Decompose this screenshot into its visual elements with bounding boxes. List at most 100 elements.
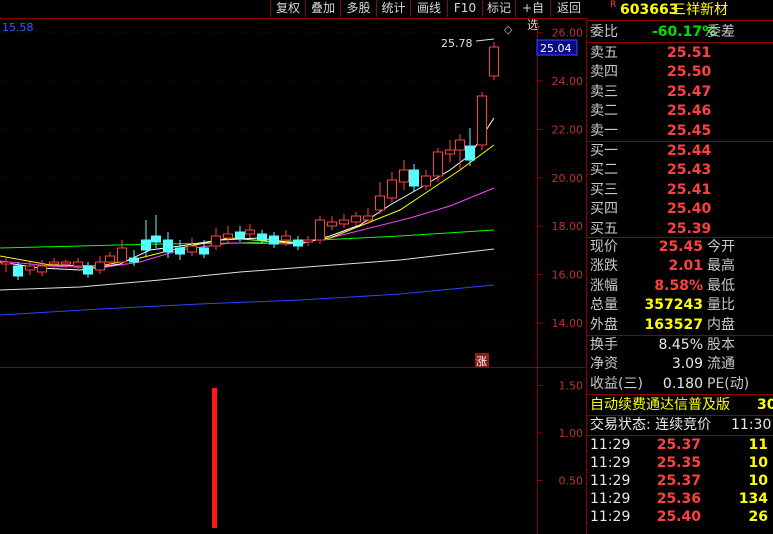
toolbar-button-8[interactable]: 返回: [550, 0, 587, 17]
candle-body: [433, 151, 443, 177]
price-axis-label: 16.00: [552, 269, 584, 282]
toolbar-button-2[interactable]: 多股: [340, 0, 376, 17]
price-axis-label: 26.00: [552, 27, 584, 40]
ma20-line: [0, 187, 495, 269]
price-axis-label: 22.00: [552, 123, 584, 136]
promo-banner[interactable]: 自动续费通达信普及版: [590, 397, 730, 414]
candle-body: [339, 219, 349, 225]
candle-body: [409, 169, 419, 187]
candle-body: [151, 235, 161, 243]
toolbar-button-5[interactable]: F10: [447, 0, 482, 17]
candle-body: [13, 265, 23, 277]
candle-body: [235, 231, 245, 239]
candle-body: [187, 245, 197, 253]
toolbar-button-7[interactable]: +自选: [515, 0, 550, 32]
candle-body: [445, 149, 455, 155]
quote-panel: R 603663 三祥新材 委比 -60.17% 委差 卖五 25.51 卖四 25.50 卖三 25…: [587, 0, 773, 534]
panel-divider-line: [587, 20, 773, 21]
volume-axis-label: 0.50: [559, 475, 584, 488]
candle-body: [129, 257, 139, 263]
tick-vol-0: 11: [748, 437, 768, 453]
bid-label-2: 买三: [590, 181, 618, 198]
bid-label-0: 买一: [590, 143, 618, 159]
ask-label-2: 卖三: [590, 83, 618, 100]
candle-body: [477, 95, 487, 146]
bid-price-2: 25.41: [667, 181, 712, 198]
stat-value-4: 163527: [644, 316, 703, 333]
r-mark: R: [610, 0, 617, 10]
panel-divider-line: [587, 237, 773, 238]
stock-code: 603663: [620, 2, 679, 18]
toolbar-button-3[interactable]: 统计: [376, 0, 410, 17]
ask-label-0: 卖五: [590, 45, 618, 61]
candle-body: [73, 261, 83, 267]
bid-price-1: 25.43: [667, 162, 712, 179]
price-axis-label: 18.00: [552, 220, 584, 233]
ask-price-4: 25.45: [667, 122, 712, 139]
stat-value-3: 357243: [644, 297, 703, 314]
candle-body: [117, 247, 127, 263]
kline-chart[interactable]: 26.00 24.00 22.00 20.00 18.00 16.00 14.00 1.50 1…: [0, 18, 587, 534]
candle-body: [83, 265, 93, 275]
current-price-text: 25.04: [540, 42, 572, 55]
ask-label-4: 卖一: [590, 122, 618, 139]
stock-name: 三祥新材: [672, 2, 728, 18]
ma5-line: [0, 117, 495, 271]
candle-body: [199, 247, 209, 255]
stat-value-2: 8.58%: [654, 277, 703, 294]
top-left-value: 15.58: [2, 21, 34, 34]
ask-price-0: 25.51: [667, 45, 712, 61]
bid-label-1: 买二: [590, 162, 618, 179]
stat2-value-2: 0.180: [662, 375, 703, 392]
stat-label2-0: 今开: [707, 239, 735, 255]
candle-body: [37, 265, 47, 273]
volume-axis-label: 1.50: [559, 380, 584, 393]
candle-body: [421, 175, 431, 187]
candle-body: [141, 239, 151, 251]
price-axis-label: 20.00: [552, 172, 584, 185]
panel-divider-line: [587, 335, 773, 336]
candle-body: [387, 179, 397, 199]
stat2-label2-2: PE(动): [707, 375, 750, 392]
stat-label2-4: 内盘: [707, 316, 735, 333]
weibi-label: 委比: [590, 24, 618, 40]
ask-label-1: 卖四: [590, 64, 618, 81]
promo-banner-num: 30: [757, 397, 773, 413]
candle-body: [455, 139, 465, 151]
toolbar-button-1[interactable]: 叠加: [305, 0, 340, 17]
ask-label-3: 卖二: [590, 103, 618, 120]
diamond-icon: ◇: [504, 23, 513, 36]
candle-body: [257, 233, 267, 241]
ma10-line: [0, 144, 495, 267]
panel-divider-line: [587, 141, 773, 142]
stat2-value-0: 8.45%: [658, 337, 703, 353]
stat-label2-2: 最低: [707, 277, 735, 294]
tick-vol-2: 10: [748, 473, 768, 489]
candle-body: [327, 221, 337, 227]
candle-body: [303, 239, 313, 243]
candle-body: [211, 235, 221, 247]
candle-body: [61, 261, 71, 265]
rise-marker: 涨: [476, 355, 487, 368]
toolbar-button-4[interactable]: 画线: [410, 0, 447, 17]
candle-body: [269, 235, 279, 245]
panel-divider-line: [587, 435, 773, 436]
toolbar-button-0[interactable]: 复权: [270, 0, 305, 17]
panel-divider-line: [587, 42, 773, 43]
candle-body: [223, 233, 233, 239]
toolbar-button-6[interactable]: 标记: [482, 0, 515, 17]
price-axis-label: 24.00: [552, 75, 584, 88]
panel-divider-line: [587, 415, 773, 416]
tick-vol-4: 26: [748, 509, 768, 525]
candle-body: [351, 215, 361, 223]
peak-price-label: 25.78: [441, 37, 473, 50]
tick-vol-1: 10: [748, 455, 768, 471]
candle-body: [163, 239, 173, 253]
volume-bar: [212, 388, 217, 528]
candle-body: [293, 239, 303, 247]
candle-body: [399, 169, 409, 183]
candle-body: [25, 265, 35, 271]
candle-body: [375, 195, 385, 211]
candle-body: [489, 46, 499, 77]
candle-body: [245, 229, 255, 235]
